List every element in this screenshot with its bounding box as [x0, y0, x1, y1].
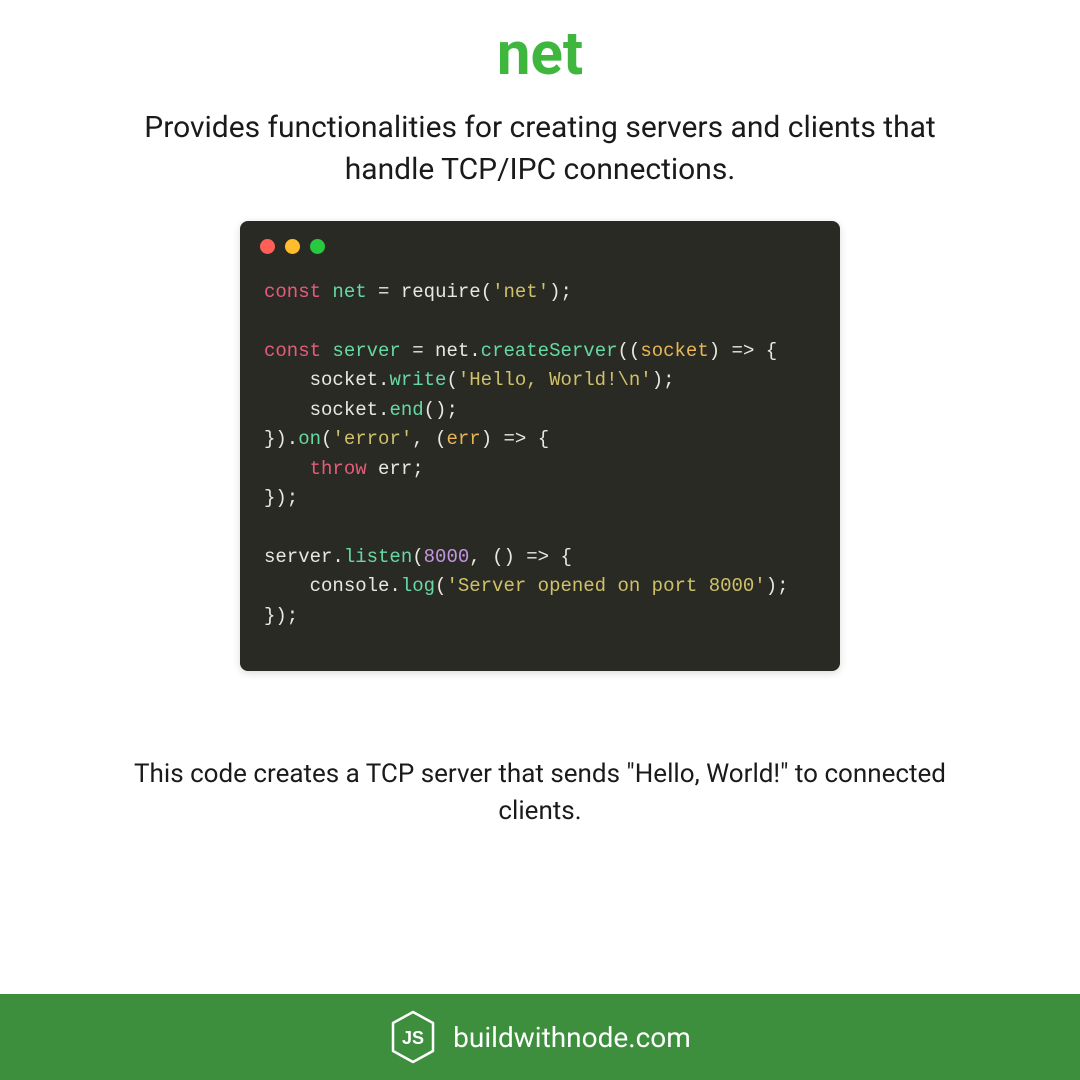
maximize-icon: [310, 239, 325, 254]
code-content: const net = require('net'); const server…: [240, 264, 840, 631]
close-icon: [260, 239, 275, 254]
minimize-icon: [285, 239, 300, 254]
svg-text:JS: JS: [402, 1028, 424, 1048]
module-description: Provides functionalities for creating se…: [115, 107, 965, 191]
footer: JS buildwithnode.com: [0, 994, 1080, 1080]
code-block: const net = require('net'); const server…: [240, 221, 840, 671]
page-title: net: [497, 18, 583, 89]
code-caption: This code creates a TCP server that send…: [130, 756, 950, 829]
window-controls: [240, 221, 840, 264]
footer-site: buildwithnode.com: [453, 1021, 691, 1054]
nodejs-logo-icon: JS: [389, 1010, 437, 1064]
